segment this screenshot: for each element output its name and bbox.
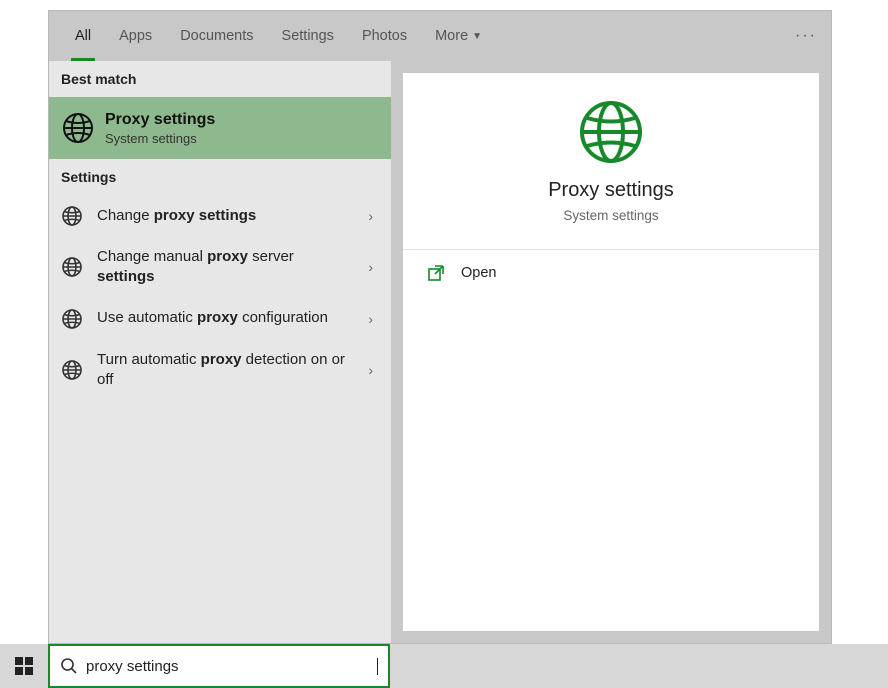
globe-icon	[61, 359, 83, 381]
open-label: Open	[461, 265, 496, 281]
chevron-right-icon: ›	[368, 259, 373, 275]
best-match-subtitle: System settings	[105, 131, 215, 146]
detail-title: Proxy settings	[548, 179, 674, 202]
tab-more-label: More	[435, 28, 468, 44]
globe-icon	[61, 111, 95, 145]
chevron-right-icon: ›	[368, 208, 373, 224]
setting-result-change-manual-proxy[interactable]: Change manual proxy server settings ›	[49, 237, 391, 298]
overflow-menu-button[interactable]: ···	[795, 11, 817, 61]
globe-icon	[61, 256, 83, 278]
taskbar: proxy settings	[0, 644, 888, 688]
search-icon	[60, 657, 78, 675]
text-caret	[377, 658, 378, 675]
windows-logo-icon	[15, 657, 33, 675]
detail-card: Proxy settings System settings Open	[403, 73, 819, 631]
tab-more[interactable]: More ▼	[421, 11, 496, 61]
open-action[interactable]: Open	[403, 250, 819, 296]
taskbar-search-box[interactable]: proxy settings	[48, 644, 390, 688]
tab-settings[interactable]: Settings	[268, 11, 348, 61]
best-match-title: Proxy settings	[105, 111, 215, 129]
setting-result-change-proxy-settings[interactable]: Change proxy settings ›	[49, 195, 391, 237]
tab-all[interactable]: All	[61, 11, 105, 61]
search-filter-tabs: All Apps Documents Settings Photos More …	[49, 11, 831, 61]
start-button[interactable]	[0, 644, 48, 688]
detail-pane: Proxy settings System settings Open	[391, 61, 831, 643]
tab-photos[interactable]: Photos	[348, 11, 421, 61]
setting-result-automatic-proxy-config[interactable]: Use automatic proxy configuration ›	[49, 298, 391, 340]
globe-icon	[578, 99, 644, 165]
globe-icon	[61, 308, 83, 330]
chevron-down-icon: ▼	[472, 31, 482, 42]
setting-result-label: Use automatic proxy configuration	[97, 308, 358, 328]
tab-apps[interactable]: Apps	[105, 11, 166, 61]
setting-result-turn-automatic-proxy-detection[interactable]: Turn automatic proxy detection on or off…	[49, 340, 391, 401]
open-icon	[427, 264, 445, 282]
globe-icon	[61, 205, 83, 227]
chevron-right-icon: ›	[368, 311, 373, 327]
detail-subtitle: System settings	[563, 208, 658, 223]
settings-section-heading: Settings	[49, 159, 391, 195]
search-input[interactable]: proxy settings	[86, 658, 377, 675]
chevron-right-icon: ›	[368, 362, 373, 378]
best-match-result[interactable]: Proxy settings System settings	[49, 97, 391, 159]
best-match-heading: Best match	[49, 61, 391, 97]
tab-documents[interactable]: Documents	[166, 11, 267, 61]
search-results-panel: All Apps Documents Settings Photos More …	[48, 10, 832, 644]
setting-result-label: Change manual proxy server settings	[97, 247, 379, 288]
results-list-pane: Best match Proxy settings System setting…	[49, 61, 391, 643]
setting-result-label: Turn automatic proxy detection on or off	[97, 350, 379, 391]
setting-result-label: Change proxy settings	[97, 206, 286, 226]
